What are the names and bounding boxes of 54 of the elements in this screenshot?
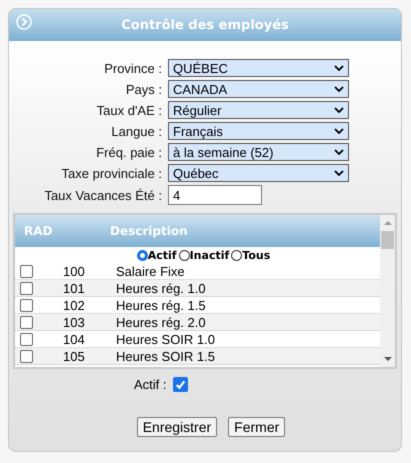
text-field[interactable]: 4 — [168, 185, 262, 205]
table-cell: Heures rég. 1.5 — [116, 298, 206, 312]
table-cell-text: 105 — [63, 348, 86, 364]
radio-label: Inactif — [190, 248, 230, 262]
checkbox[interactable] — [20, 332, 33, 346]
field-label: Taxe provinciale : — [60, 166, 162, 180]
table-cell-text: 103 — [63, 314, 86, 330]
field-label: Fréq. paie : — [95, 144, 162, 160]
checkbox[interactable] — [20, 316, 33, 328]
radio-button[interactable] — [231, 250, 242, 260]
chevron-down-icon[interactable] — [334, 107, 344, 113]
checkbox[interactable] — [20, 298, 33, 312]
radio-button[interactable] — [178, 250, 190, 260]
table-cell-text: 102 — [63, 298, 86, 312]
action-button[interactable]: Fermer — [228, 417, 286, 437]
radio-label: Actif — [148, 248, 177, 262]
table-cell-text: 104 — [63, 332, 86, 346]
action-button[interactable]: Enregistrer — [136, 417, 218, 437]
checkbox[interactable] — [20, 282, 33, 294]
table-cell: Heures rég. 1.0 — [116, 280, 206, 296]
radio-label: Tous — [242, 248, 270, 262]
field-label: Pays : — [124, 82, 162, 96]
chevron-down-icon[interactable] — [334, 65, 344, 71]
column-header: Description — [110, 224, 188, 238]
dropdown-field[interactable]: Québec — [168, 164, 349, 182]
checkbox[interactable] — [172, 377, 188, 392]
chevron-down-icon[interactable] — [334, 128, 344, 134]
field-label: Taux d'AE : — [96, 102, 162, 118]
window-title: Contrôle des employés — [121, 18, 289, 32]
field-label: Langue : — [110, 124, 162, 138]
table-cell-text: 100 — [63, 264, 86, 278]
chevron-down-icon[interactable] — [334, 170, 344, 176]
dropdown-field[interactable]: CANADA — [168, 80, 349, 98]
scrollbar[interactable] — [380, 215, 395, 367]
table-cell: Heures SOIR 1.0 — [116, 332, 215, 346]
table-cell-text: 101 — [63, 280, 86, 296]
field-label: Province : — [103, 60, 162, 76]
scroll-thumb[interactable] — [381, 231, 394, 249]
field-label: Actif : — [134, 377, 167, 392]
checkbox[interactable] — [20, 264, 33, 278]
dropdown-field[interactable]: Français — [168, 122, 349, 140]
dropdown-field[interactable]: Régulier — [168, 101, 349, 119]
radio-button[interactable] — [136, 250, 148, 260]
table-cell: Heures rég. 2.0 — [116, 314, 206, 330]
scroll-down-icon[interactable] — [384, 357, 392, 361]
field-label: Taux Vacances Été : — [43, 188, 162, 202]
table-cell: Salaire Fixe — [116, 264, 185, 278]
column-header: RAD — [24, 224, 54, 238]
dropdown-field[interactable]: à la semaine (52) — [168, 143, 349, 161]
checkbox[interactable] — [20, 350, 33, 362]
chevron-down-icon[interactable] — [334, 149, 344, 155]
dropdown-field[interactable]: QUÉBEC — [168, 59, 349, 77]
table-cell: Heures SOIR 1.5 — [116, 348, 215, 364]
chevron-down-icon[interactable] — [334, 86, 344, 92]
